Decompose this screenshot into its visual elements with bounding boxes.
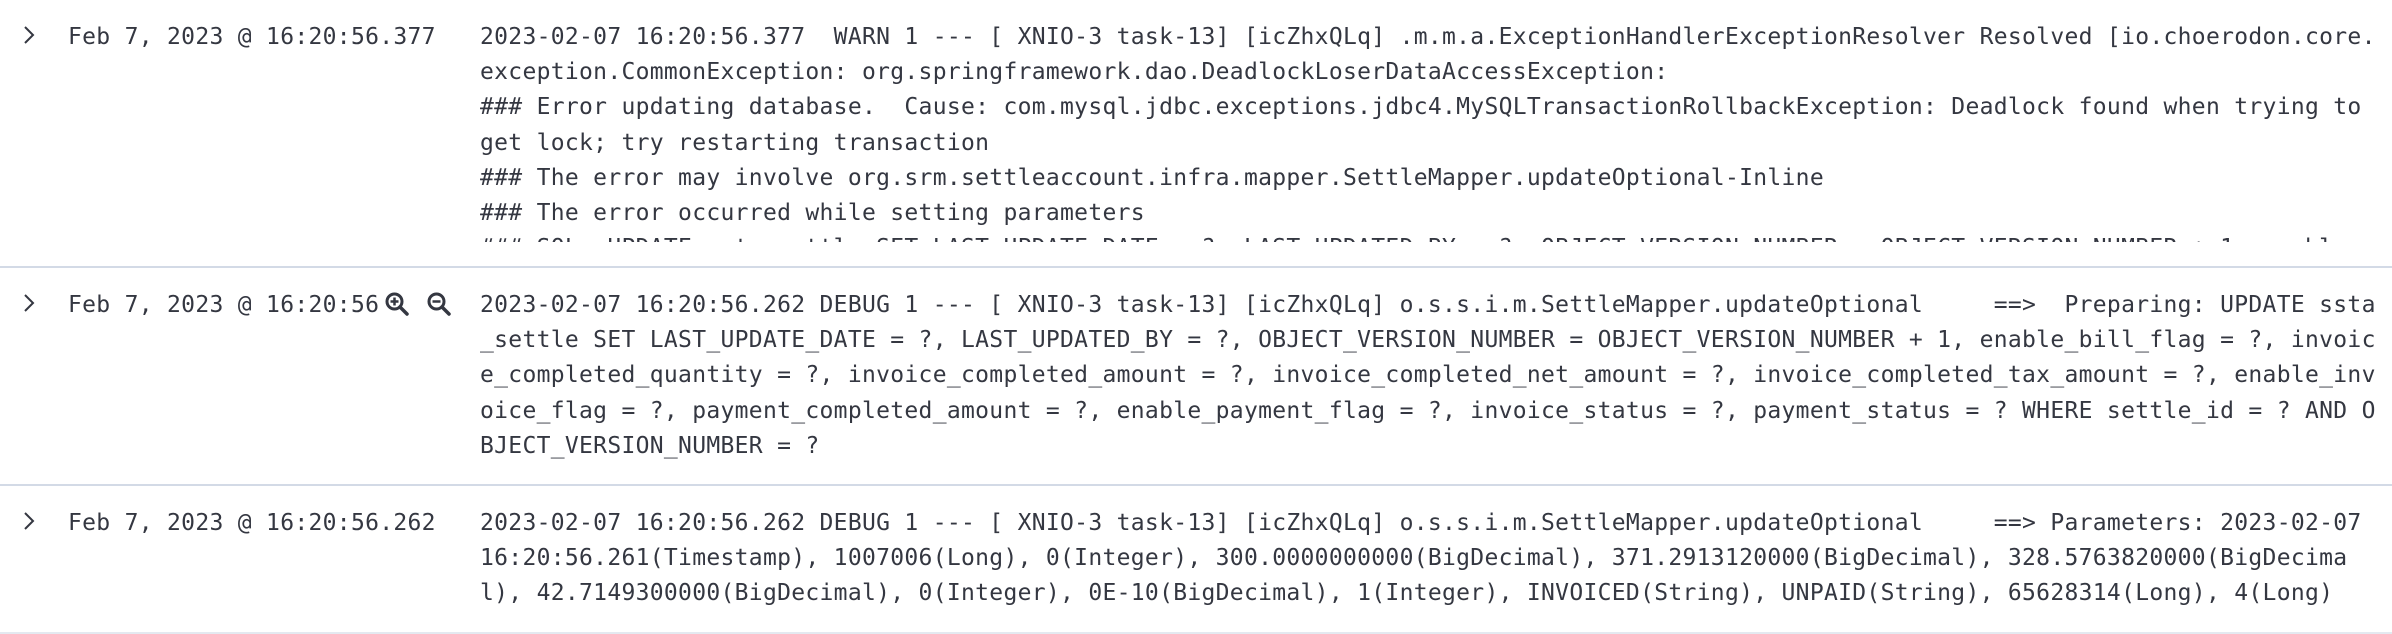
log-row: Feb 7, 2023 @ 16:20:56.262 2023-02-07 16…: [0, 486, 2392, 634]
log-message: 2023-02-07 16:20:56.377 WARN 1 --- [ XNI…: [480, 24, 2376, 242]
timestamp-filter-actions: [382, 287, 454, 321]
log-timestamp: Feb 7, 2023 @ 16:20:56.377: [68, 24, 436, 50]
filter-out-value-button[interactable]: [424, 289, 454, 319]
chevron-right-icon: [24, 26, 35, 44]
chevron-right-icon: [24, 512, 35, 530]
chevron-right-icon: [24, 294, 35, 312]
log-timestamp: Feb 7, 2023 @ 16:20:56.262: [68, 292, 384, 318]
expand-row-button[interactable]: [14, 506, 44, 536]
log-row: Feb 7, 2023 @ 16:20:56.377 2023-02-07 16…: [0, 0, 2392, 268]
log-message: 2023-02-07 16:20:56.262 DEBUG 1 --- [ XN…: [480, 292, 2376, 459]
expand-row-button[interactable]: [14, 288, 44, 318]
filter-for-value-button[interactable]: [382, 289, 412, 319]
magnify-plus-icon: [385, 292, 409, 316]
log-message: 2023-02-07 16:20:56.262 DEBUG 1 --- [ XN…: [480, 510, 2376, 607]
log-list: Feb 7, 2023 @ 16:20:56.377 2023-02-07 16…: [0, 0, 2392, 634]
magnify-minus-icon: [427, 292, 451, 316]
expand-row-button[interactable]: [14, 20, 44, 50]
log-timestamp: Feb 7, 2023 @ 16:20:56.262: [68, 510, 436, 536]
log-row: Feb 7, 2023 @ 16:20:56.262 2023-02-07 16…: [0, 268, 2392, 486]
